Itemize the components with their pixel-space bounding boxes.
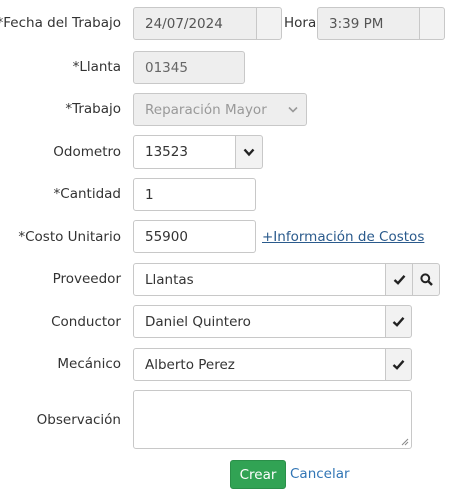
cantidad-input[interactable]: 1 <box>133 178 256 211</box>
observacion-label: Observación <box>36 412 121 428</box>
hora-clock-button[interactable] <box>419 7 445 40</box>
check-icon <box>392 360 405 370</box>
cancel-button[interactable]: Cancelar <box>290 466 350 482</box>
proveedor-label: Proveedor <box>52 271 121 287</box>
conductor-check-button[interactable] <box>385 305 412 338</box>
mecanico-check-button[interactable] <box>385 348 412 381</box>
mecanico-label: Mecánico <box>57 356 121 372</box>
trabajo-label: *Trabajo <box>65 101 121 117</box>
resize-grip-icon[interactable] <box>401 438 409 446</box>
check-icon <box>392 317 405 327</box>
check-icon <box>393 275 405 285</box>
costo-label: *Costo Unitario <box>18 229 121 245</box>
search-icon <box>419 273 433 286</box>
chevron-down-icon <box>243 148 255 156</box>
observacion-textarea[interactable] <box>133 390 412 449</box>
conductor-input[interactable]: Daniel Quintero <box>133 305 386 338</box>
fecha-calendar-button[interactable] <box>256 7 282 40</box>
odometro-dropdown-button[interactable] <box>235 135 263 169</box>
trabajo-select[interactable]: Reparación Mayor <box>133 93 307 126</box>
llanta-label: *Llanta <box>72 59 121 75</box>
hora-label: Hora <box>284 15 317 31</box>
proveedor-check-button[interactable] <box>385 263 413 296</box>
mecanico-input[interactable]: Alberto Perez <box>133 348 386 381</box>
odometro-input[interactable]: 13523 <box>133 135 236 169</box>
cantidad-label: *Cantidad <box>53 186 121 202</box>
create-button[interactable]: Crear <box>230 460 286 489</box>
proveedor-search-button[interactable] <box>412 263 440 296</box>
conductor-label: Conductor <box>51 314 121 330</box>
odometro-label: Odometro <box>53 144 121 160</box>
proveedor-input[interactable]: Llantas <box>133 263 386 296</box>
trabajo-select-value: Reparación Mayor <box>145 101 267 118</box>
fecha-label: *Fecha del Trabajo <box>0 15 121 31</box>
costo-input[interactable]: 55900 <box>133 220 256 253</box>
llanta-input[interactable]: 01345 <box>133 51 245 84</box>
informacion-costos-link[interactable]: +Información de Costos <box>262 229 424 245</box>
hora-input[interactable]: 3:39 PM <box>317 7 420 40</box>
chevron-down-icon <box>288 106 298 113</box>
fecha-input[interactable]: 24/07/2024 <box>133 7 257 40</box>
